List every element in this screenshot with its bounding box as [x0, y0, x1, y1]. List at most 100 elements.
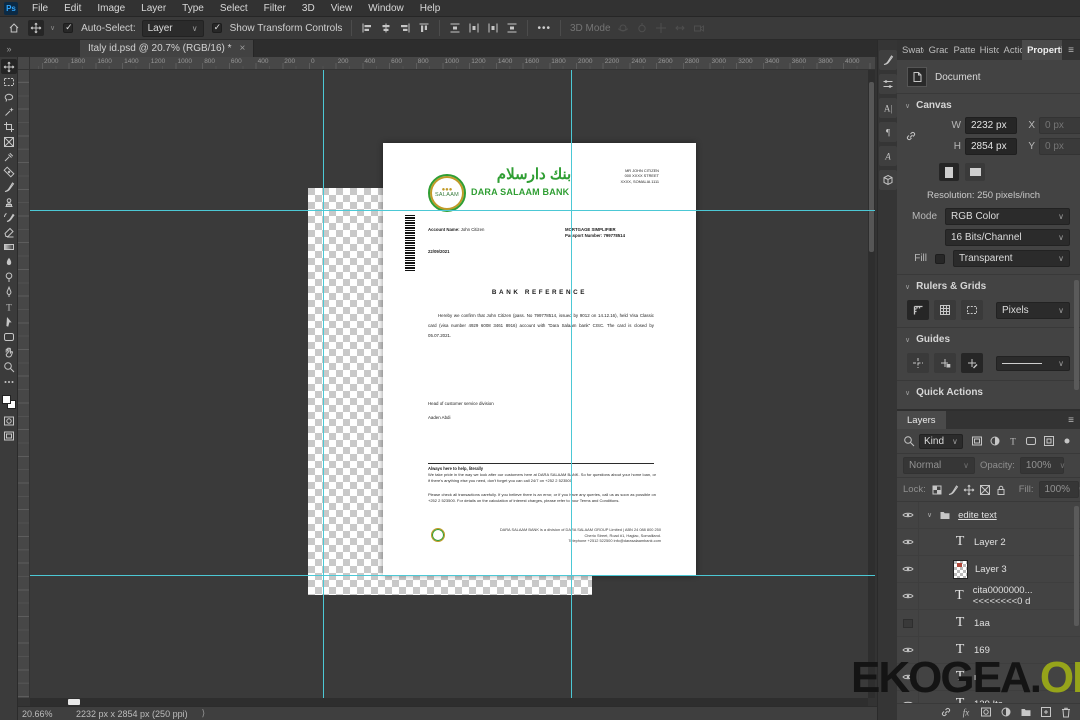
blend-mode-dropdown[interactable]: Normal ∨ — [903, 457, 975, 474]
filter-smart-objects-icon[interactable] — [1042, 433, 1057, 449]
lock-position-icon[interactable] — [963, 482, 976, 498]
scrollbar-thumb[interactable] — [869, 82, 874, 252]
text-layer-icon[interactable]: T — [953, 615, 967, 631]
canvas-section-header[interactable]: ∨ Canvas — [897, 94, 1080, 115]
frame-tool[interactable] — [1, 134, 17, 149]
auto-select-checkbox[interactable] — [61, 21, 75, 35]
fill-checkbox[interactable] — [935, 253, 945, 264]
panel-scrollbar-thumb[interactable] — [1074, 280, 1079, 390]
ruler-units-dropdown[interactable]: Pixels ∨ — [996, 301, 1070, 319]
distribute-horizontal-icon[interactable] — [468, 22, 480, 34]
guide-vertical-2[interactable] — [571, 70, 572, 698]
move-tool-option-icon[interactable] — [28, 20, 44, 36]
layer-name[interactable]: Layer 3 — [975, 564, 1007, 575]
filter-kind-dropdown[interactable]: Kind ∨ — [919, 433, 963, 449]
color-mode-dropdown[interactable]: RGB Color ∨ — [945, 208, 1070, 225]
canvas-y-field[interactable]: 0 px — [1039, 138, 1080, 155]
filter-adjustment-layers-icon[interactable] — [988, 433, 1003, 449]
menu-layer[interactable]: Layer — [133, 0, 174, 17]
3d-pan-icon[interactable] — [655, 22, 667, 34]
layer-visibility-toggle[interactable] — [897, 556, 919, 582]
group-expand-icon[interactable]: ∨ — [927, 511, 932, 519]
edit-guides-icon[interactable] — [961, 353, 983, 373]
align-left-icon[interactable] — [361, 22, 373, 34]
menu-3d[interactable]: 3D — [294, 0, 323, 17]
layer-name[interactable]: edite text — [958, 510, 997, 521]
menu-edit[interactable]: Edit — [56, 0, 89, 17]
pixel-grid-icon[interactable] — [961, 300, 983, 320]
layers-tab[interactable]: Layers — [897, 411, 946, 429]
status-options-icon[interactable]: ⟩ — [202, 708, 206, 719]
paragraph-panel-icon[interactable]: ¶ — [878, 122, 897, 142]
guide-horizontal-1[interactable] — [30, 210, 875, 211]
menu-type[interactable]: Type — [174, 0, 212, 17]
layer-visibility-toggle[interactable] — [897, 529, 919, 555]
align-center-horizontal-icon[interactable] — [380, 22, 392, 34]
layer-mask-icon[interactable] — [980, 706, 992, 718]
move-tool[interactable] — [0, 59, 17, 74]
layer-visibility-toggle[interactable] — [897, 583, 919, 609]
layer-row[interactable]: Layer 3 — [897, 556, 1080, 583]
quick-actions-header[interactable]: ∨ Quick Actions — [897, 381, 1080, 402]
fill-dropdown[interactable]: Transparent ∨ — [953, 250, 1070, 267]
layer-visibility-toggle[interactable] — [897, 502, 919, 528]
marquee-tool[interactable] — [1, 74, 17, 89]
panel-tab-gradi[interactable]: Gradi — [924, 40, 949, 60]
vertical-ruler[interactable] — [18, 70, 30, 698]
align-top-icon[interactable] — [418, 22, 430, 34]
brush-settings-icon[interactable] — [878, 50, 897, 70]
panel-menu-icon[interactable]: ≡ — [1062, 40, 1080, 60]
layers-menu-icon[interactable]: ≡ — [1062, 411, 1080, 429]
layer-name[interactable]: cita0000000...<<<<<<<<0 d — [973, 585, 1080, 607]
shape-tool[interactable] — [1, 329, 17, 344]
opacity-field[interactable]: 100% ∨ — [1019, 457, 1065, 474]
bit-depth-dropdown[interactable]: 16 Bits/Channel ∨ — [945, 229, 1070, 246]
guides-icon[interactable] — [907, 353, 929, 373]
adjustment-layer-icon[interactable] — [1000, 706, 1012, 718]
link-layers-icon[interactable] — [940, 706, 952, 718]
new-layer-icon[interactable] — [1040, 706, 1052, 718]
document-page[interactable]: ●●● SALAAM بنك دارسلام DARA SALAAM BANK … — [383, 143, 696, 575]
3d-roll-icon[interactable] — [636, 22, 648, 34]
foreground-background-colors[interactable] — [1, 395, 16, 409]
tab-overflow-icon[interactable]: » — [0, 40, 18, 57]
guide-vertical-1[interactable] — [323, 70, 324, 698]
horizontal-scrollbar[interactable] — [30, 698, 868, 706]
filter-type-layers-icon[interactable]: T — [1006, 433, 1021, 449]
distribute-top-icon[interactable] — [506, 22, 518, 34]
hand-tool[interactable] — [1, 344, 17, 359]
panel-tab-actio[interactable]: Actio — [999, 40, 1023, 60]
delete-layer-icon[interactable] — [1060, 706, 1072, 718]
text-layer-icon[interactable]: T — [953, 588, 966, 604]
foreground-color-swatch[interactable] — [1, 395, 11, 404]
layers-scrollbar-thumb[interactable] — [1074, 506, 1079, 626]
layer-row[interactable]: T 1aa — [897, 610, 1080, 637]
glyphs-panel-icon[interactable]: A — [878, 146, 897, 166]
layer-row[interactable]: ∨ edite text — [897, 502, 1080, 529]
menu-filter[interactable]: Filter — [256, 0, 294, 17]
layer-row[interactable]: T Layer 2 — [897, 529, 1080, 556]
path-select-tool[interactable] — [1, 314, 17, 329]
fill-opacity-field[interactable]: 100%∨ — [1038, 481, 1080, 498]
3d-slide-icon[interactable] — [674, 22, 686, 34]
horizontal-ruler[interactable]: 2000 1800 1600 1400 1200 1000 800 600 400 200 0 200… — [30, 57, 875, 70]
lock-all-icon[interactable] — [995, 482, 1008, 498]
character-panel-icon[interactable]: A| — [878, 98, 897, 118]
distribute-left-icon[interactable] — [487, 22, 499, 34]
lock-transparency-icon[interactable] — [931, 482, 944, 498]
guide-style-dropdown[interactable]: ∨ — [996, 355, 1070, 371]
panel-tab-patter[interactable]: Patter — [948, 40, 974, 60]
scrollbar-thumb[interactable] — [68, 699, 80, 705]
3d-camera-icon[interactable] — [693, 22, 705, 34]
guide-horizontal-2[interactable] — [30, 575, 875, 576]
home-icon[interactable] — [6, 20, 22, 36]
photoshop-logo-icon[interactable]: Ps — [4, 1, 18, 15]
blur-tool[interactable] — [1, 254, 17, 269]
layer-visibility-toggle[interactable] — [897, 610, 919, 636]
zoom-tool[interactable] — [1, 359, 17, 374]
grid-icon[interactable] — [934, 300, 956, 320]
link-dimensions-icon[interactable] — [897, 130, 917, 142]
rulers-grids-header[interactable]: ∨ Rulers & Grids — [897, 275, 1080, 296]
align-right-icon[interactable] — [399, 22, 411, 34]
lock-pixels-icon[interactable] — [947, 482, 960, 498]
